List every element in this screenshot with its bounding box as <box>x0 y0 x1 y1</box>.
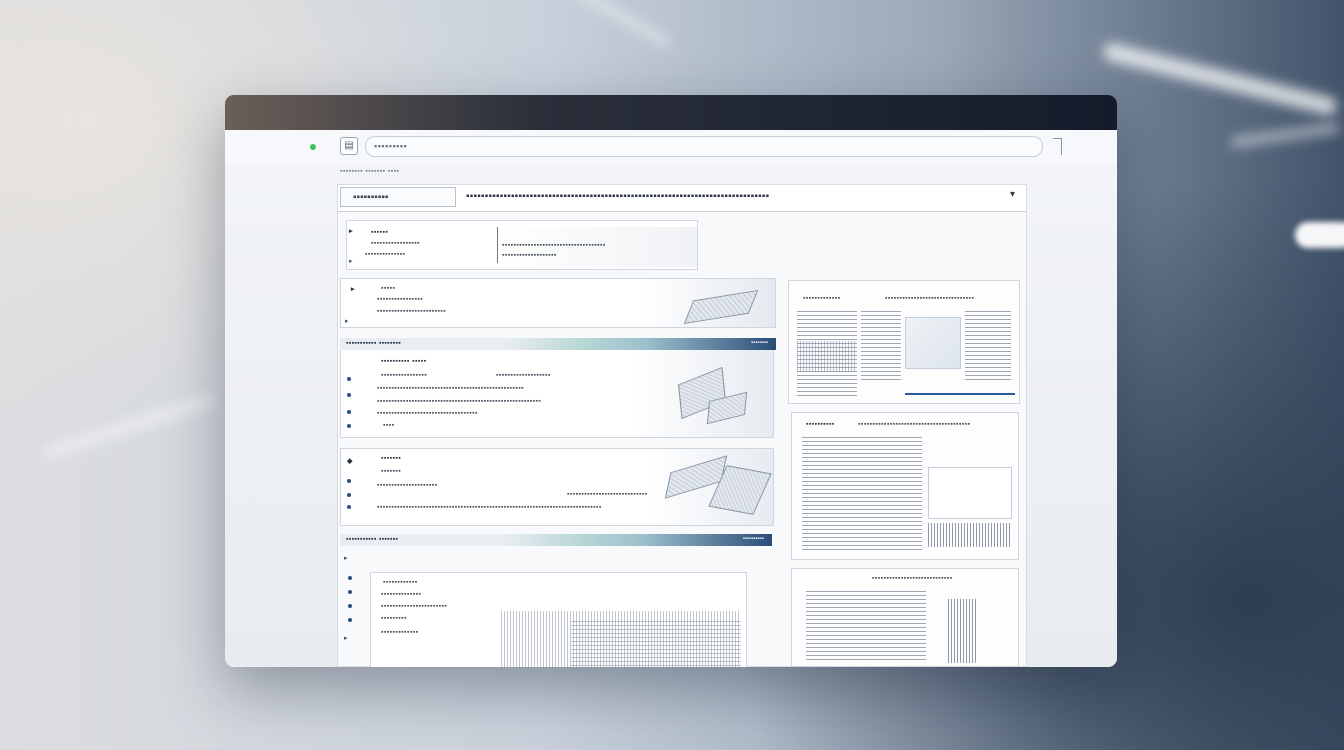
card-line: ▪▪▪▪▪▪▪▪▪▪▪▪▪▪▪▪▪ <box>371 240 420 247</box>
card-line: ▪▪▪▪▪▪▪▪▪▪▪▪▪▪▪▪▪▪▪▪▪▪▪▪ <box>377 308 447 315</box>
card-heading: ▪▪▪▪▪ <box>381 285 396 292</box>
sheet-table <box>797 341 857 371</box>
info-card-2[interactable]: ▸ ▪▪▪▪▪ ▪▪▪▪▪▪▪▪▪▪▪▪▪▪▪▪ ▪▪▪▪▪▪▪▪▪▪▪▪▪▪▪… <box>340 278 776 328</box>
card-mid: ▪▪▪▪▪▪▪▪▪▪▪▪▪▪▪▪▪▪▪▪▪▪▪▪▪▪▪▪ <box>567 491 648 498</box>
card-line: ▪▪▪▪▪▪▪▪▪▪▪▪▪▪▪▪▪▪▪▪▪▪▪▪▪▪▪▪▪▪▪▪▪▪▪▪▪▪▪▪… <box>377 385 524 392</box>
card-line: ▪▪▪▪▪▪▪▪▪ <box>381 615 407 622</box>
bullet <box>347 377 351 381</box>
card-line: ▪▪▪▪▪▪▪▪▪▪▪▪▪▪ <box>381 591 422 598</box>
card-extra: ▪▪▪▪▪▪▪▪▪▪▪▪▪▪▪▪▪▪▪▪▪▪▪▪▪▪▪▪▪▪▪▪▪▪▪▪ <box>502 242 606 249</box>
sheet-barcode <box>928 523 1010 547</box>
section-band-label: ▪▪▪▪▪▪▪▪▪▪▪ ▪▪▪▪▪▪▪▪ <box>346 340 402 347</box>
card-icon: ▸ <box>349 228 353 235</box>
preview-sheet-3[interactable]: ▪▪▪▪▪▪▪▪▪▪▪▪▪▪▪▪▪▪▪▪▪▪▪▪▪▪▪▪ <box>791 568 1019 667</box>
sheet-heading: ▪▪▪▪▪▪▪▪▪▪▪▪▪▪▪▪▪▪▪▪▪▪▪▪▪▪▪▪ <box>872 575 953 582</box>
section-band-right: ▪▪▪▪▪▪▪▪ <box>750 340 768 346</box>
header-title: ▪▪▪▪▪▪▪▪▪▪▪▪▪▪▪▪▪▪▪▪▪▪▪▪▪▪▪▪▪▪▪▪▪▪▪▪▪▪▪▪… <box>466 191 770 202</box>
bullet <box>347 393 351 397</box>
card-mid: ▪▪▪▪▪▪▪▪▪▪▪▪▪▪▪▪▪▪▪ <box>496 372 551 379</box>
card-icon: ▸ <box>345 318 349 325</box>
address-bar[interactable]: ▪▪▪▪▪▪▪▪▪ <box>365 136 1043 157</box>
info-card-5[interactable]: ▪▪▪▪▪▪▪▪▪▪▪▪ ▪▪▪▪▪▪▪▪▪▪▪▪▪▪ ▪▪▪▪▪▪▪▪▪▪▪▪… <box>370 572 747 667</box>
section-band-label: ▪▪▪▪▪▪▪▪▪▪▪ ▪▪▪▪▪▪▪ <box>346 536 399 543</box>
toolbar-menu-icon[interactable] <box>1053 138 1062 155</box>
card-line: ▪▪▪▪▪▪▪▪▪▪▪▪▪▪▪▪▪▪▪▪▪▪▪ <box>381 603 448 610</box>
card-line: ▪▪▪▪ <box>383 422 395 429</box>
document-header: ▪▪▪▪▪▪▪▪▪▪ ▪▪▪▪▪▪▪▪▪▪▪▪▪▪▪▪▪▪▪▪▪▪▪▪▪▪▪▪▪… <box>338 185 1026 212</box>
preview-sheet-1[interactable]: ▪▪▪▪▪▪▪▪▪▪▪▪▪ ▪▪▪▪▪▪▪▪▪▪▪▪▪▪▪▪▪▪▪▪▪▪▪▪▪▪… <box>788 280 1020 404</box>
card-heading: ▪▪▪▪▪▪ <box>371 229 389 236</box>
preview-sheet-2[interactable]: ▪▪▪▪▪▪▪▪▪▪ ▪▪▪▪▪▪▪▪▪▪▪▪▪▪▪▪▪▪▪▪▪▪▪▪▪▪▪▪▪… <box>791 412 1019 560</box>
bullet <box>348 618 352 622</box>
card-icon: ▸ <box>344 635 348 642</box>
card-line: ▪▪▪▪▪▪▪▪▪▪▪▪▪▪▪▪▪▪▪▪▪ <box>377 482 438 489</box>
sheet-figure <box>928 467 1012 519</box>
card-line: ▪▪▪▪▪▪▪▪▪▪▪▪▪ <box>381 629 419 636</box>
card-icon: ▸ <box>349 258 353 265</box>
card-heading: ▪▪▪▪▪▪▪ <box>381 455 402 462</box>
sheet-table <box>861 311 901 381</box>
sheet-table <box>948 599 976 663</box>
bullet <box>347 479 351 483</box>
breadcrumb[interactable]: ▪▪▪▪▪▪▪▪ ▪▪▪▪▪▪▪ ▪▪▪▪ <box>340 168 399 175</box>
status-dot <box>310 144 316 150</box>
diagram <box>571 621 741 667</box>
sheet-heading: ▪▪▪▪▪▪▪▪▪▪▪▪▪▪▪▪▪▪▪▪▪▪▪▪▪▪▪▪▪▪▪ <box>885 295 975 302</box>
info-card-1[interactable]: ▸ ▪▪▪▪▪▪ ▪▪▪▪▪▪▪▪▪▪▪▪▪▪▪▪▪ ▪▪▪▪▪▪▪▪▪▪▪▪▪… <box>346 220 698 270</box>
card-line: ▪▪▪▪▪▪▪▪▪▪▪▪▪▪ <box>365 251 406 258</box>
bullet-column: ▸ ▸ <box>340 548 370 667</box>
sheet-table <box>806 591 926 663</box>
browser-toolbar: ▤ ▪▪▪▪▪▪▪▪▪ <box>225 130 1117 165</box>
header-tab[interactable]: ▪▪▪▪▪▪▪▪▪▪ <box>340 187 456 207</box>
sheet-heading: ▪▪▪▪▪▪▪▪▪▪▪▪▪ <box>803 295 841 302</box>
card-extra: ▪▪▪▪▪▪▪▪▪▪▪▪▪▪▪▪▪▪▪ <box>502 252 557 259</box>
card-line: ▪▪▪▪▪▪▪▪▪▪▪▪▪▪▪▪▪▪▪▪▪▪▪▪▪▪▪▪▪▪▪▪▪▪▪ <box>377 410 478 417</box>
bullet <box>348 604 352 608</box>
info-card-3[interactable]: ▪▪▪▪▪▪▪▪▪▪ ▪▪▪▪▪ ▪▪▪▪▪▪▪▪▪▪▪▪▪▪▪▪ ▪▪▪▪▪▪… <box>340 350 774 438</box>
title-bar[interactable] <box>225 95 1117 130</box>
page-icon[interactable]: ▤ <box>340 137 358 155</box>
card-line: ▪▪▪▪▪▪▪▪▪▪▪▪▪▪▪▪▪▪▪▪▪▪▪▪▪▪▪▪▪▪▪▪▪▪▪▪▪▪▪▪… <box>377 398 542 405</box>
address-text: ▪▪▪▪▪▪▪▪▪ <box>374 141 408 151</box>
sheet-heading: ▪▪▪▪▪▪▪▪▪▪ <box>806 421 835 428</box>
card-line: ▪▪▪▪▪▪▪▪▪▪▪▪▪▪▪▪▪▪▪▪▪▪▪▪▪▪▪▪▪▪▪▪▪▪▪▪▪▪▪▪… <box>377 504 602 511</box>
card-line: ▪▪▪▪▪▪▪▪▪▪▪▪▪▪▪▪ <box>377 296 424 303</box>
browser-window: ▤ ▪▪▪▪▪▪▪▪▪ ▪▪▪▪▪▪▪▪ ▪▪▪▪▪▪▪ ▪▪▪▪ ▪▪▪▪▪▪… <box>225 95 1117 667</box>
bullet <box>347 493 351 497</box>
section-band-right: ▪▪▪▪▪▪▪▪▪▪ <box>742 536 764 542</box>
card-icon: ▸ <box>344 555 348 562</box>
sheet-heading: ▪▪▪▪▪▪▪▪▪▪▪▪▪▪▪▪▪▪▪▪▪▪▪▪▪▪▪▪▪▪▪▪▪▪▪▪▪▪▪ <box>858 421 971 428</box>
sheet-text <box>802 437 922 551</box>
card-line: ▪▪▪▪▪▪▪▪▪▪▪▪▪▪▪▪ <box>381 372 428 379</box>
section-band: ▪▪▪▪▪▪▪▪▪▪▪ ▪▪▪▪▪▪▪▪ ▪▪▪▪▪▪▪▪ <box>340 338 776 350</box>
page-content: ▪▪▪▪▪▪▪▪ ▪▪▪▪▪▪▪ ▪▪▪▪ ▪▪▪▪▪▪▪▪▪▪ ▪▪▪▪▪▪▪… <box>225 164 1117 667</box>
card-line: ▪▪▪▪▪▪▪▪▪▪▪▪ <box>383 579 418 586</box>
bullet <box>347 424 351 428</box>
section-band: ▪▪▪▪▪▪▪▪▪▪▪ ▪▪▪▪▪▪▪ ▪▪▪▪▪▪▪▪▪▪ <box>340 534 772 546</box>
bullet <box>347 505 351 509</box>
card-icon: ◆ <box>347 458 353 465</box>
bullet <box>348 590 352 594</box>
card-icon: ▸ <box>351 286 355 293</box>
bullet <box>348 576 352 580</box>
chevron-down-icon[interactable]: ▾ <box>1010 189 1015 200</box>
info-card-4[interactable]: ◆ ▪▪▪▪▪▪▪ ▪▪▪▪▪▪▪ ▪▪▪▪▪▪▪▪▪▪▪▪▪▪▪▪▪▪▪▪▪ … <box>340 448 774 526</box>
sheet-table <box>965 311 1011 381</box>
header-tab-label: ▪▪▪▪▪▪▪▪▪▪ <box>353 192 389 203</box>
card-heading: ▪▪▪▪▪▪▪▪▪▪ ▪▪▪▪▪ <box>381 358 427 365</box>
bullet <box>347 410 351 414</box>
card-line: ▪▪▪▪▪▪▪ <box>381 468 402 475</box>
sheet-rule <box>905 393 1015 395</box>
sheet-figure <box>905 317 961 369</box>
